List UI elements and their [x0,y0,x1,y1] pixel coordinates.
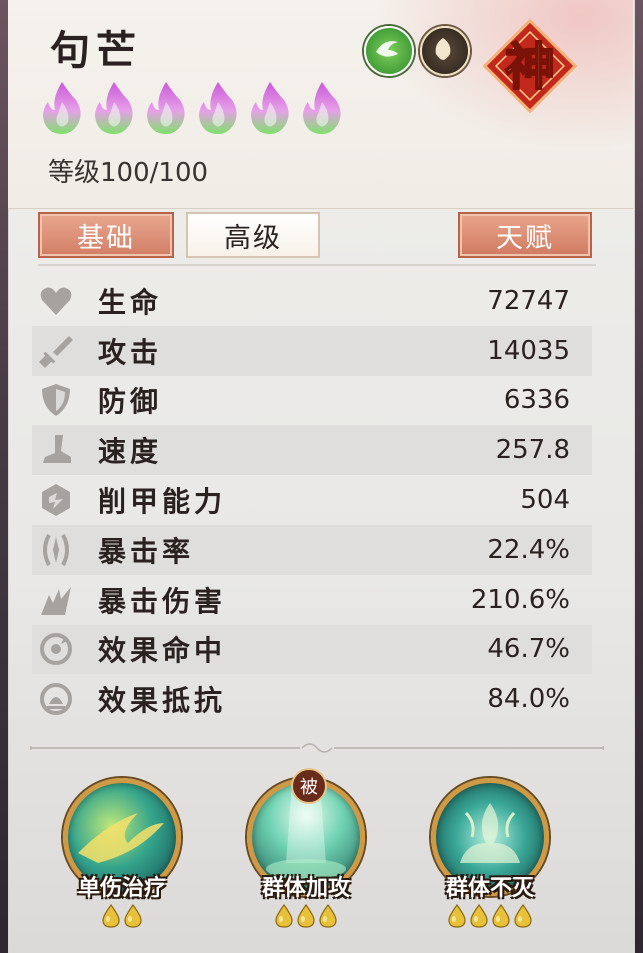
tab-talent[interactable]: 天赋 [458,212,592,258]
stat-label: 生命 [98,285,163,319]
stat-label: 削甲能力 [98,485,227,519]
resist-icon [38,681,74,717]
skill-level-drop-icon [514,904,532,928]
hero-name: 句芒 [50,27,142,74]
crit-rate-icon [38,532,74,568]
stat-row-speed: 速度 257.8 [32,425,592,476]
skill-group-attack-buff[interactable]: 被 群体加攻 [243,768,369,928]
skill-level-drops [427,904,553,928]
level-label: 等级 [48,158,101,188]
skill-level-drop-icon [102,904,120,928]
stat-row-attack: 攻击 14035 [32,325,592,376]
wood-element-icon[interactable] [364,26,414,76]
skill-name: 群体加攻 [261,875,350,901]
heart-icon [38,283,74,319]
tab-advanced[interactable]: 高级 [186,212,320,258]
skill-level-drop-icon [124,904,142,928]
skill-level-drop-icon [297,904,315,928]
stat-value: 504 [520,485,570,516]
skill-single-heal[interactable]: 单伤治疗 [59,778,185,928]
armor-break-icon [38,482,74,518]
star-flame-icon [199,82,237,134]
tab-basic[interactable]: 基础 [38,212,174,258]
stat-label: 速度 [98,435,163,469]
stat-row-armor-break: 削甲能力 504 [32,475,592,525]
crit-damage-icon [38,582,74,618]
skill-level-drops [59,904,185,928]
stat-row-hp: 生命 72747 [32,276,592,326]
stat-value: 210.6% [470,584,570,615]
stat-label: 效果抵抗 [98,684,227,718]
stat-value: 84.0% [487,684,570,715]
star-flame-icon [95,82,133,134]
stat-label: 防御 [98,385,163,419]
stat-value: 14035 [487,335,570,366]
stat-row-effect-resist: 效果抵抗 84.0% [32,674,592,724]
tab-bar: 基础 高级 天赋 [0,212,643,262]
stat-row-effect-hit: 效果命中 46.7% [32,624,592,675]
star-flame-icon [43,82,81,134]
skills-row: 单伤治疗 被 群体加攻 群体不灭 [0,768,643,953]
skill-name: 群体不灭 [445,875,534,901]
stat-row-crit-rate: 暴击率 22.4% [32,524,592,575]
divine-rank-badge: 神 [472,8,588,124]
stat-row-defense: 防御 6336 [32,376,592,426]
stat-label: 效果命中 [98,634,227,668]
stat-label: 暴击伤害 [98,584,227,618]
skill-level-drops [243,904,369,928]
level-value: 100/100 [100,158,209,188]
star-flame-icon [303,82,341,134]
stats-list: 生命 72747 攻击 14035 防御 6336 速度 257.8 削甲能力 … [32,276,592,724]
skill-name: 单伤治疗 [77,875,166,901]
skill-level-drop-icon [448,904,466,928]
rank-text: 神 [505,37,555,96]
star-rating [40,80,344,134]
faction-icon[interactable] [420,26,470,76]
skill-group-undying[interactable]: 群体不灭 [427,778,553,928]
stat-label: 攻击 [98,335,163,369]
tab-divider [38,264,596,266]
section-divider [30,743,604,753]
stat-value: 6336 [503,385,570,416]
skill-level-drop-icon [492,904,510,928]
boot-icon [38,432,74,468]
stat-value: 22.4% [487,534,570,565]
stat-label: 暴击率 [98,534,195,568]
sword-icon [38,333,74,369]
target-icon [38,631,74,667]
star-flame-icon [147,82,185,134]
skill-level-drop-icon [470,904,488,928]
stat-row-crit-damage: 暴击伤害 210.6% [32,575,592,625]
skill-level-drop-icon [319,904,337,928]
star-flame-icon [251,82,289,134]
stat-value: 257.8 [495,435,570,466]
passive-tag: 被 [291,768,327,804]
skill-level-drop-icon [275,904,293,928]
stat-value: 72747 [487,285,570,316]
shield-icon [38,382,74,418]
hero-level: 等级100/100 [48,152,208,189]
hero-detail-screen: 句芒 等级100/100 神 基础 高级 天赋 生命 72747 攻击 1403… [0,0,643,953]
stat-value: 46.7% [487,634,570,665]
